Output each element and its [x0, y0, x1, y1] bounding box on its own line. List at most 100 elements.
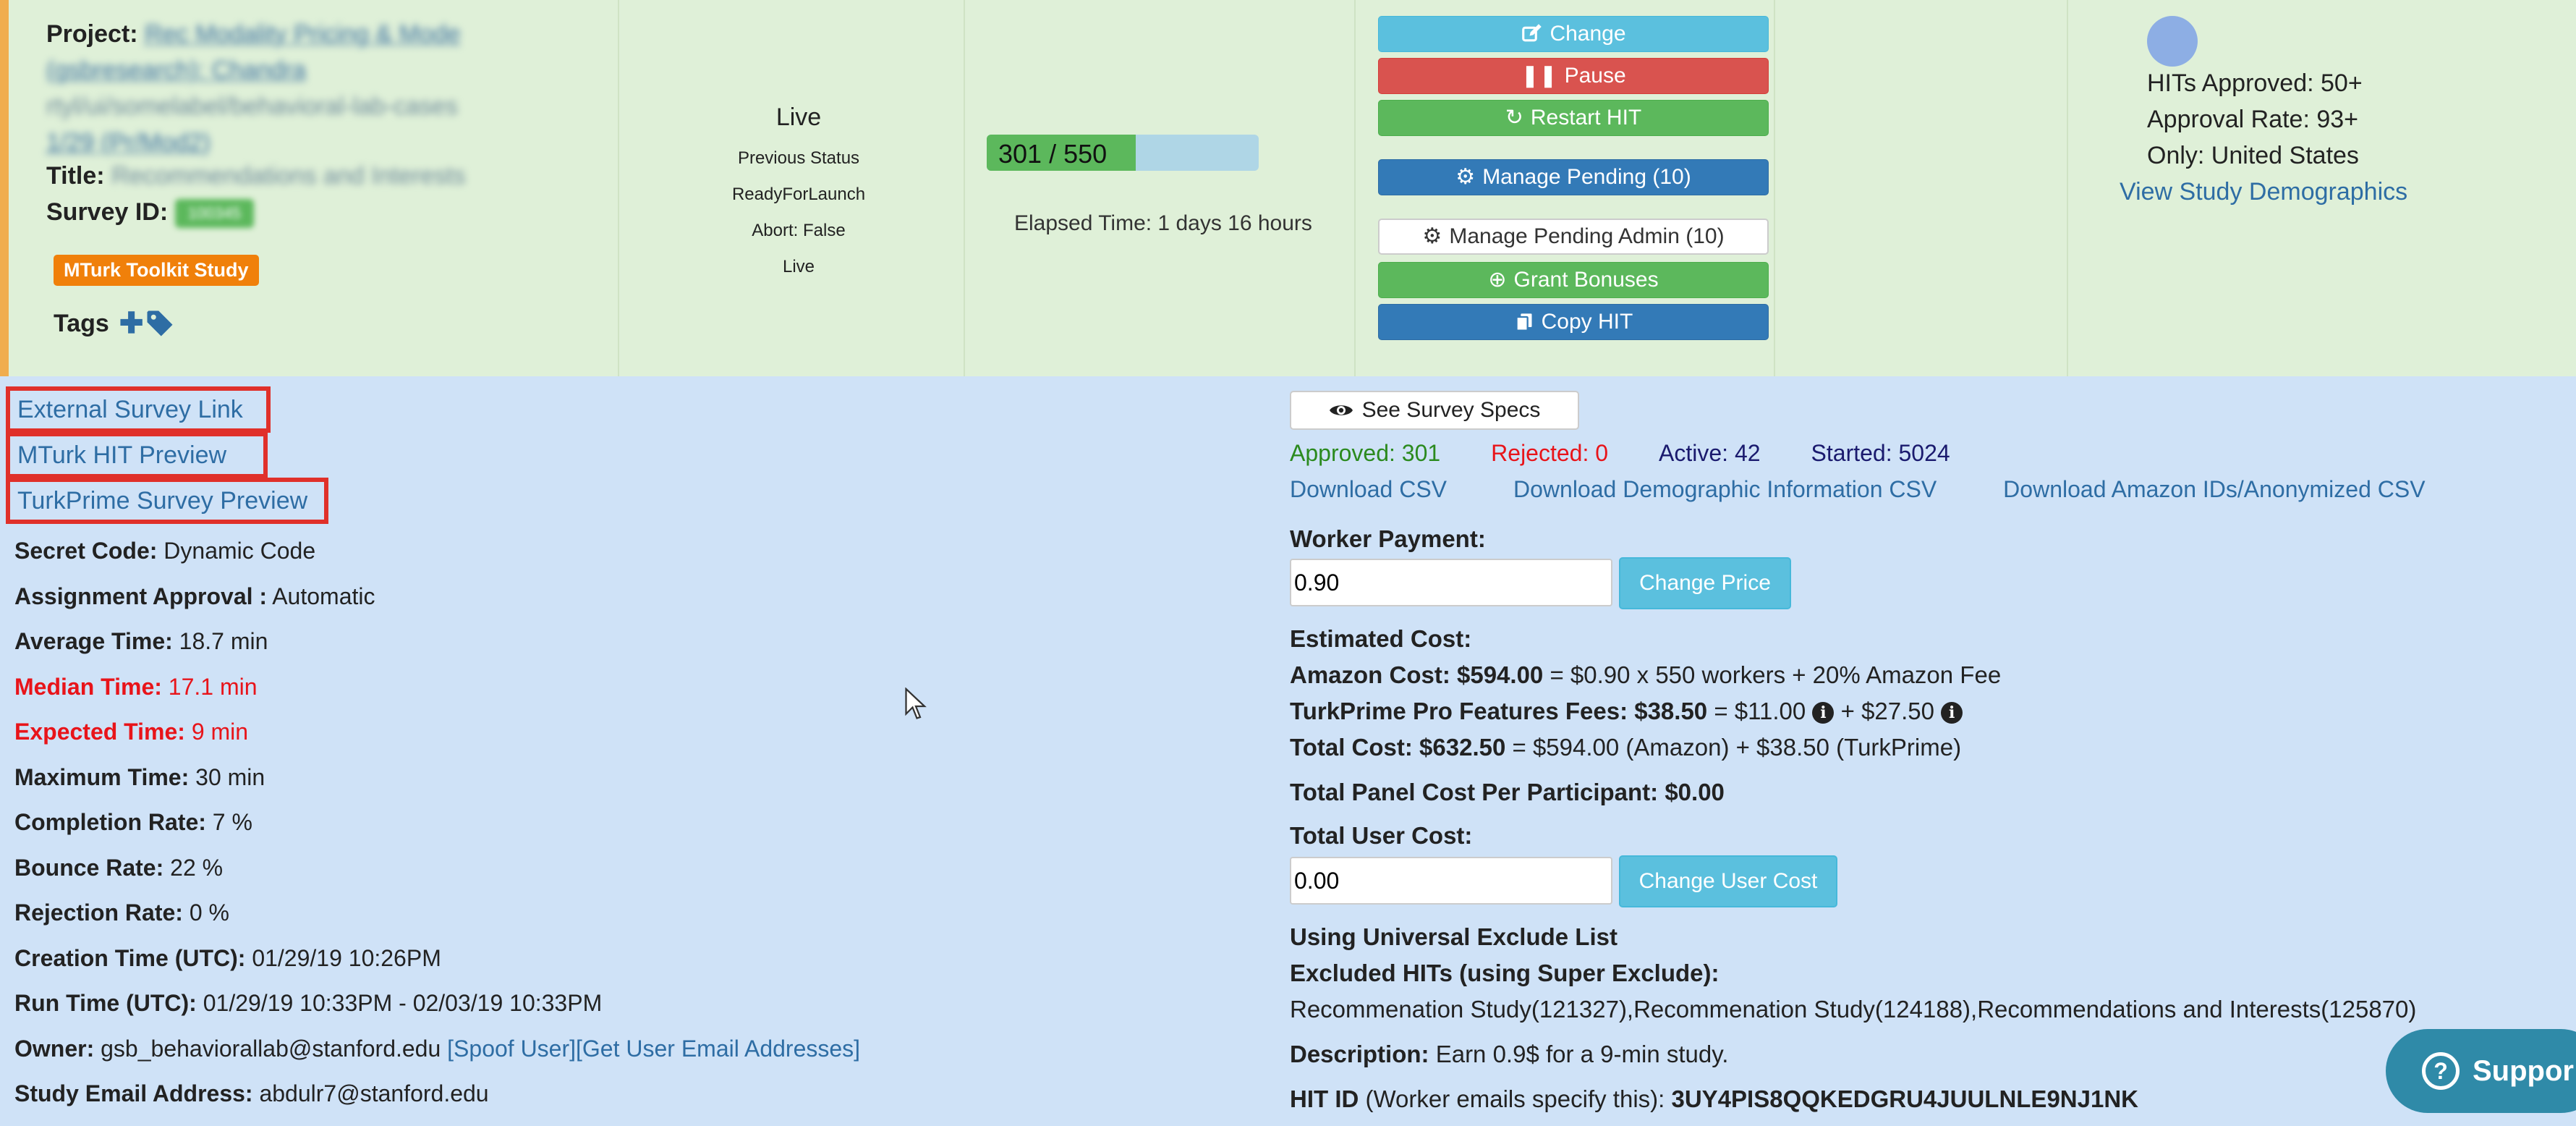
turkprime-survey-preview-link[interactable]: TurkPrime Survey Preview [6, 478, 328, 524]
status-column: Live Previous Status ReadyForLaunch Abor… [632, 94, 965, 285]
study-email-value: abdulr7@stanford.edu [259, 1080, 489, 1106]
edit-icon [1522, 24, 1542, 42]
restart-label: Restart HIT [1530, 106, 1642, 130]
tags-row: Tags ✚ [54, 307, 175, 340]
pro-fees-label: TurkPrime Pro Features Fees: $38.50 [1290, 698, 1708, 724]
estimated-cost-label: Estimated Cost: [1290, 625, 1472, 652]
info-icon[interactable]: i [1941, 702, 1963, 724]
spoof-user-link[interactable]: [Spoof User] [447, 1036, 576, 1062]
view-demographics-link[interactable]: View Study Demographics [2120, 174, 2407, 210]
total-user-cost-label: Total User Cost: [1290, 822, 1473, 849]
download-amazon-ids-link[interactable]: Download Amazon IDs/Anonymized CSV [2003, 476, 2425, 502]
worker-payment-label: Worker Payment: [1290, 525, 1486, 552]
creation-time-label: Creation Time (UTC): [14, 944, 246, 971]
help-icon: ? [2422, 1052, 2460, 1090]
amazon-cost-label: Amazon Cost: $594.00 [1290, 661, 1544, 688]
see-survey-specs-button[interactable]: See Survey Specs [1290, 391, 1579, 430]
pro-fees-line: TurkPrime Pro Features Fees: $38.50 = $1… [1290, 698, 1963, 725]
tags-label: Tags [54, 309, 109, 337]
project-link[interactable]: Rec Modality Pricing & Mode [145, 20, 461, 48]
secret-code-label: Secret Code: [14, 538, 158, 564]
rejection-rate-label: Rejection Rate: [14, 899, 183, 926]
active-count: Active: 42 [1659, 440, 1761, 466]
manage-pending-admin-label: Manage Pending Admin (10) [1449, 224, 1725, 248]
expected-time-label: Expected Time: [14, 719, 185, 745]
assignment-approval-value: Automatic [272, 583, 375, 609]
live-status: Live [782, 257, 815, 276]
panel-cost: Total Panel Cost Per Participant: $0.00 [1290, 779, 1725, 805]
hit-id-label: HIT ID [1290, 1085, 1359, 1112]
description-label: Description: [1290, 1041, 1429, 1067]
info-icon[interactable]: i [1812, 702, 1835, 724]
owner-value: gsb_behaviorallab@stanford.edu [101, 1035, 441, 1062]
pause-button[interactable]: ❚❚ Pause [1378, 58, 1769, 94]
amazon-cost-detail: = $0.90 x 550 workers + 20% Amazon Fee [1550, 661, 2002, 688]
started-count: Started: 5024 [1811, 440, 1950, 466]
total-cost-label: Total Cost: $632.50 [1290, 734, 1506, 761]
add-tag-button[interactable]: ✚ [119, 307, 176, 340]
manage-pending-button[interactable]: ⚙ Manage Pending (10) [1378, 159, 1769, 195]
support-button[interactable]: ? Suppor [2386, 1029, 2576, 1113]
approval-rate-requirement: Approval Rate: 93+ [2147, 106, 2359, 133]
median-time-value: 17.1 min [168, 673, 258, 700]
grant-bonuses-label: Grant Bonuses [1513, 268, 1659, 292]
refresh-icon: ↻ [1505, 106, 1523, 130]
location-requirement: Only: United States [2147, 142, 2359, 169]
project-path: rtyl/ui/somelabel/behavioral-lab-cases [46, 93, 458, 120]
toolkit-badge: MTurk Toolkit Study [54, 255, 259, 286]
download-links: Download CSV Download Demographic Informa… [1290, 476, 2492, 503]
gear-icon: ⚙ [1455, 165, 1476, 189]
creation-time-value: 01/29/19 10:26PM [252, 944, 441, 971]
study-details: Secret Code: Dynamic Code Assignment App… [14, 528, 860, 1117]
project-link-line2[interactable]: (gsbresearch): Chandra [46, 52, 625, 88]
description-line: Description: Earn 0.9$ for a 9-min study… [1290, 1041, 1728, 1068]
project-label: Project: [46, 20, 138, 48]
hit-summary-panel: Project: Rec Modality Pricing & Mode (gs… [0, 0, 2576, 376]
progress-text: 301 / 550 [998, 139, 1108, 169]
bounce-rate-value: 22 % [170, 854, 224, 881]
download-demographic-csv-link[interactable]: Download Demographic Information CSV [1513, 476, 1937, 502]
completion-rate-label: Completion Rate: [14, 809, 206, 835]
study-email-label: Study Email Address: [14, 1080, 253, 1106]
change-user-cost-button[interactable]: Change User Cost [1619, 855, 1837, 907]
worker-payment-input[interactable] [1290, 559, 1612, 606]
worker-requirements: HITs Approved: 50+ Approval Rate: 93+ On… [2120, 16, 2407, 210]
hit-id-note: (Worker emails specify this): [1365, 1085, 1665, 1112]
survey-id-badge: 100345 [174, 199, 255, 229]
maximum-time-value: 30 min [195, 763, 265, 790]
manage-pending-admin-button[interactable]: ⚙ Manage Pending Admin (10) [1378, 219, 1769, 255]
mturk-hit-preview-link[interactable]: MTurk HIT Preview [6, 432, 268, 478]
download-csv-link[interactable]: Download CSV [1290, 476, 1447, 502]
column-divider [1354, 0, 1356, 376]
completion-progress-bar: 301 / 550 [987, 135, 1259, 171]
total-cost-line: Total Cost: $632.50 = $594.00 (Amazon) +… [1290, 734, 1961, 761]
change-price-button[interactable]: Change Price [1619, 557, 1791, 609]
manage-pending-label: Manage Pending (10) [1482, 165, 1691, 189]
restart-hit-button[interactable]: ↻ Restart HIT [1378, 100, 1769, 136]
user-cost-input[interactable] [1290, 857, 1612, 905]
study-title: Recommendations and Interests [111, 162, 466, 190]
mouse-cursor-icon [905, 687, 927, 719]
run-time-value: 01/29/19 10:33PM - 02/03/19 10:33PM [203, 990, 603, 1016]
tag-icon [147, 310, 173, 336]
copy-hit-button[interactable]: Copy HIT [1378, 304, 1769, 340]
hit-id-value: 3UY4PIS8QQKEDGRU4JUULNLE9NJ1NK [1671, 1085, 2138, 1112]
description-value: Earn 0.9$ for a 9-min study. [1435, 1041, 1729, 1067]
project-link-line4[interactable]: 1/29 (Pr/Mod2) [46, 124, 625, 161]
gear-icon: ⚙ [1422, 224, 1442, 248]
expected-time-value: 9 min [191, 719, 249, 745]
support-label: Suppor [2473, 1054, 2574, 1087]
get-user-emails-link[interactable]: [Get User Email Addresses] [576, 1036, 860, 1062]
approved-count: Approved: 301 [1290, 440, 1441, 466]
pro-fees-part1: = $11.00 [1714, 698, 1806, 724]
secret-code-value: Dynamic Code [163, 538, 316, 564]
see-survey-specs-label: See Survey Specs [1361, 398, 1541, 422]
grant-bonuses-button[interactable]: ⊕ Grant Bonuses [1378, 262, 1769, 298]
previous-status-value: ReadyForLaunch [731, 185, 866, 204]
title-label: Title: [46, 162, 105, 190]
owner-label: Owner: [14, 1035, 95, 1062]
excluded-hits-value: Recommenation Study(121327),Recommenatio… [1290, 996, 2417, 1023]
external-survey-link[interactable]: External Survey Link [6, 386, 271, 433]
change-button[interactable]: Change [1378, 16, 1769, 52]
average-time-label: Average Time: [14, 628, 173, 654]
